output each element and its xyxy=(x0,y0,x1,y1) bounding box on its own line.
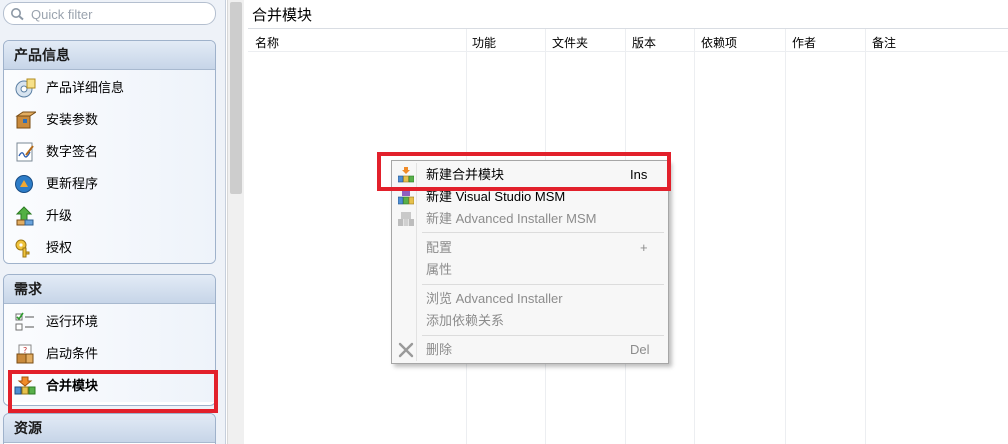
menu-item-new-merge-module[interactable]: 新建合并模块 Ins xyxy=(394,164,666,186)
sidebar-item-label: 合并模块 xyxy=(46,378,99,393)
menu-item-shortcut: Del xyxy=(630,342,650,357)
menu-item-configure[interactable]: 配置 + xyxy=(394,237,666,259)
sidebar-item-label: 启动条件 xyxy=(46,346,99,361)
menu-separator xyxy=(422,335,664,336)
sidebar-item-product-details[interactable]: 产品详细信息 xyxy=(4,72,215,104)
column-header-author[interactable]: 作者 xyxy=(792,34,816,51)
column-divider xyxy=(694,29,695,444)
install-parameters-icon xyxy=(15,111,36,129)
new-ai-msm-icon xyxy=(398,212,414,226)
column-header-name[interactable]: 名称 xyxy=(255,34,279,51)
menu-item-label: 新建 Visual Studio MSM xyxy=(426,189,566,204)
menu-item-label: 新建 Advanced Installer MSM xyxy=(426,211,597,226)
menu-item-shortcut: Ins xyxy=(630,167,648,182)
menu-item-label: 新建合并模块 xyxy=(426,167,505,182)
menu-separator xyxy=(422,284,664,285)
menu-item-browse-ai[interactable]: 浏览 Advanced Installer xyxy=(394,288,666,310)
menu-item-add-dependency[interactable]: 添加依赖关系 xyxy=(394,310,666,332)
sidebar-item-label: 产品详细信息 xyxy=(46,80,125,95)
menu-item-new-ai-msm[interactable]: 新建 Advanced Installer MSM xyxy=(394,208,666,230)
context-menu: 新建合并模块 Ins 新建 Visual Studio MSM 新建 Advan… xyxy=(391,160,669,364)
group-header-requirements[interactable]: 需求 xyxy=(4,275,215,304)
licensing-icon xyxy=(15,239,30,258)
sidebar-item-install-parameters[interactable]: 安装参数 xyxy=(4,104,215,136)
scrollbar-thumb[interactable] xyxy=(230,2,242,194)
sidebar-item-label: 数字签名 xyxy=(46,144,99,159)
upgrade-icon xyxy=(15,206,34,226)
sidebar-item-upgrade[interactable]: 升级 xyxy=(4,200,215,232)
prerequisites-icon xyxy=(15,312,34,331)
column-header-feature[interactable]: 功能 xyxy=(472,34,496,51)
menu-item-label: 配置 xyxy=(426,240,453,255)
group-header-resources[interactable]: 资源 xyxy=(4,414,215,443)
search-icon xyxy=(11,8,24,21)
column-divider xyxy=(865,29,866,444)
sidebar: 产品信息 产品详细信息 安装参数 xyxy=(0,0,226,444)
merge-modules-page: 产品信息 产品详细信息 安装参数 xyxy=(0,0,1008,444)
sidebar-scrollbar[interactable] xyxy=(227,0,244,444)
column-header-folder[interactable]: 文件夹 xyxy=(552,34,588,51)
menu-item-label: 添加依赖关系 xyxy=(426,313,505,328)
new-merge-module-icon xyxy=(398,167,414,183)
digital-signature-icon xyxy=(16,142,34,162)
menu-separator xyxy=(422,232,664,233)
group-product-info: 产品信息 产品详细信息 安装参数 数字签名 更新程序 升级 授权 xyxy=(3,40,216,264)
sidebar-item-prerequisites[interactable]: 运行环境 xyxy=(4,306,215,338)
sidebar-item-label: 安装参数 xyxy=(46,112,99,127)
sidebar-item-merge-modules[interactable]: 合并模块 xyxy=(4,370,215,402)
page-title: 合并模块 xyxy=(252,7,313,24)
menu-item-label: 属性 xyxy=(426,262,453,277)
sidebar-item-launch-conditions[interactable]: ? 启动条件 xyxy=(4,338,215,370)
delete-icon xyxy=(398,342,414,358)
quick-filter[interactable] xyxy=(3,2,216,25)
new-vs-msm-icon xyxy=(398,190,414,205)
launch-conditions-icon: ? xyxy=(16,344,34,364)
quick-filter-input[interactable] xyxy=(31,6,211,22)
menu-item-label: 浏览 Advanced Installer xyxy=(426,291,563,306)
merge-modules-icon xyxy=(14,376,36,395)
menu-item-shortcut: + xyxy=(640,240,648,255)
group-resources: 资源 xyxy=(3,413,216,444)
menu-item-label: 删除 xyxy=(426,342,453,357)
sidebar-item-licensing[interactable]: 授权 xyxy=(4,232,215,263)
sidebar-item-label: 运行环境 xyxy=(46,314,99,329)
column-header-dependencies[interactable]: 依赖项 xyxy=(701,34,737,51)
sidebar-item-digital-signature[interactable]: 数字签名 xyxy=(4,136,215,168)
updater-icon xyxy=(15,175,33,193)
column-divider xyxy=(785,29,786,444)
sidebar-item-label: 更新程序 xyxy=(46,176,99,191)
menu-item-properties[interactable]: 属性 xyxy=(394,259,666,281)
group-requirements: 需求 运行环境 ? 启动条件 合并模块 xyxy=(3,274,216,406)
sidebar-item-label: 升级 xyxy=(46,208,73,223)
sidebar-item-label: 授权 xyxy=(46,240,73,255)
menu-item-new-vs-msm[interactable]: 新建 Visual Studio MSM xyxy=(394,186,666,208)
product-details-icon xyxy=(15,78,36,98)
sidebar-item-updater[interactable]: 更新程序 xyxy=(4,168,215,200)
group-header-product-info[interactable]: 产品信息 xyxy=(4,41,215,70)
column-header-version[interactable]: 版本 xyxy=(632,34,656,51)
header-divider xyxy=(248,51,1008,52)
column-header-comments[interactable]: 备注 xyxy=(872,34,896,51)
menu-item-delete[interactable]: 删除 Del xyxy=(394,339,666,361)
